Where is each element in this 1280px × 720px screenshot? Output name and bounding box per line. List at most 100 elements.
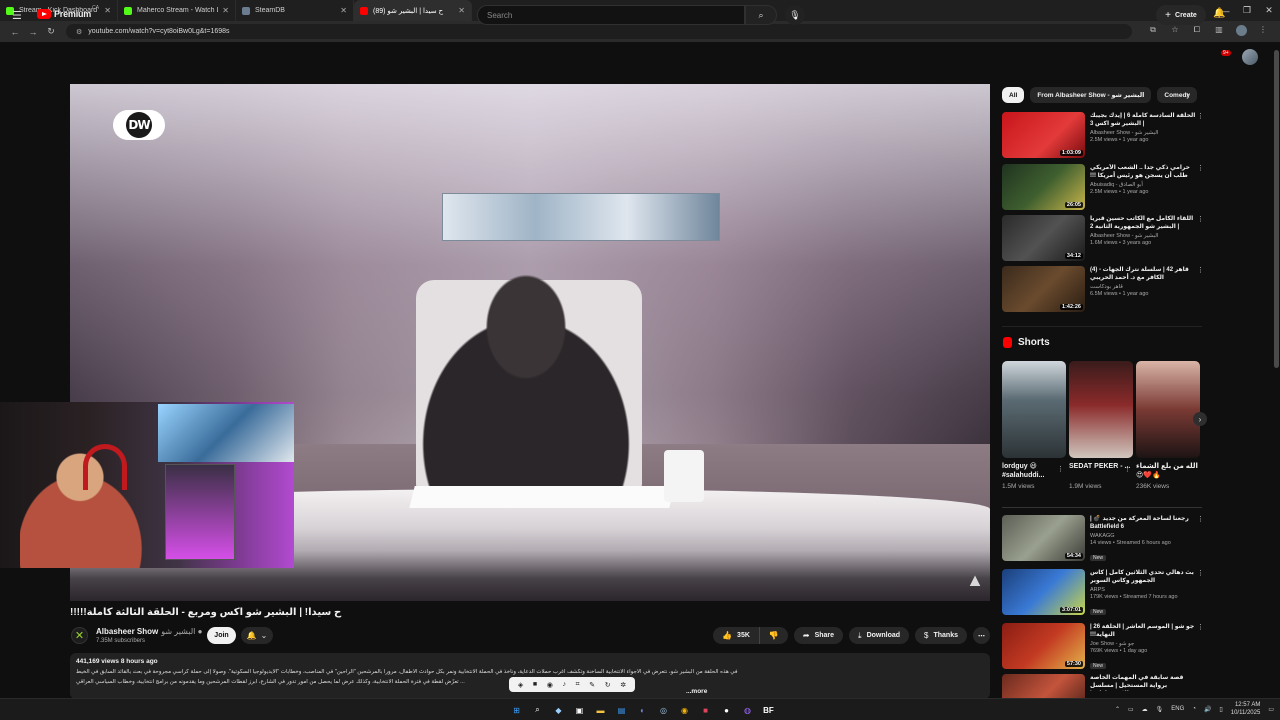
shield-icon[interactable]: ◈ <box>518 681 523 689</box>
recommended-channel[interactable]: ARPS <box>1090 587 1196 593</box>
chevron-right-icon[interactable]: › <box>1186 89 1189 99</box>
recommended-item[interactable]: 3:07:01 بث دهالي تحدي الثلاثين كامل | كا… <box>1002 569 1204 621</box>
description-box[interactable]: 441,169 views 8 hours ago في هذه الحلقة … <box>70 653 990 699</box>
recommended-channel[interactable]: WAKAGG <box>1090 533 1196 539</box>
video-thumbnail[interactable]: 3:07:01 <box>1002 569 1085 615</box>
site-info-icon[interactable]: ⚙ <box>76 28 82 36</box>
recommended-title[interactable]: قصة سابقة في المهمات الخاصة برواية المست… <box>1090 674 1196 691</box>
short-thumbnail[interactable] <box>1002 361 1066 458</box>
recommended-channel[interactable]: Albasheer Show - البشير شو <box>1090 130 1196 136</box>
short-title[interactable]: الله من بلع الشماء 😍❤️🔥 <box>1136 462 1200 480</box>
youtube-premium-logo[interactable]: Premium CA <box>37 5 99 19</box>
recommended-item[interactable]: 1:03:09 الحلقة السادسة كاملة 6 | إيدك بج… <box>1002 112 1204 160</box>
bf-icon[interactable]: BF <box>760 702 777 718</box>
bookmark-star-icon[interactable]: ☆ <box>1164 25 1186 38</box>
battery-icon[interactable]: ▯ <box>1219 706 1222 713</box>
maximize-icon[interactable]: ❐ <box>1236 5 1258 16</box>
volume-icon[interactable]: ♪ <box>562 681 566 688</box>
url-field[interactable]: ⚙ youtube.com/watch?v=cyt8oiBw0Lg&t=1698… <box>66 24 1132 39</box>
chip-all[interactable]: All <box>1002 87 1025 103</box>
back-icon[interactable]: ← <box>6 27 24 37</box>
recommended-title[interactable]: اللقاء الكامل مع الكاتب حسين قبرياً | ال… <box>1090 215 1196 231</box>
short-thumbnail[interactable] <box>1136 361 1200 458</box>
app2-icon[interactable]: ◍ <box>739 702 756 718</box>
app-icon[interactable]: ■ <box>697 702 714 718</box>
store-icon[interactable]: ▤ <box>613 702 630 718</box>
more-vert-icon[interactable]: ⋮ <box>1197 112 1204 120</box>
recommended-item[interactable]: 54:34 رجعنا لساحة المعركة من جديد 💣 | Ba… <box>1002 515 1204 567</box>
tab-youtube-active[interactable]: ‫ح سيدا | البشير شو (89) ✕ <box>354 0 472 21</box>
subscription-bell-button[interactable]: 🔔 ⌄ <box>241 627 273 644</box>
channel-avatar[interactable]: ✕ <box>71 627 88 644</box>
reload-icon[interactable]: ↻ <box>42 26 60 37</box>
video-thumbnail[interactable]: 26:05 <box>1002 164 1085 210</box>
page-scrollbar[interactable] <box>1274 50 1279 368</box>
create-button[interactable]: + Create <box>1156 5 1206 25</box>
recommended-title[interactable]: رجعنا لساحة المعركة من جديد 💣 | Battlefi… <box>1090 515 1196 531</box>
more-vert-icon[interactable]: ⋮ <box>1197 215 1204 223</box>
recommended-item[interactable]: 34:12 اللقاء الكامل مع الكاتب حسين قبريا… <box>1002 215 1204 263</box>
obs-icon[interactable]: ● <box>718 702 735 718</box>
search-input[interactable]: Search <box>477 5 745 25</box>
account-avatar[interactable] <box>1242 49 1258 65</box>
profile-icon[interactable] <box>1230 25 1252 38</box>
like-button[interactable]: 👍 35K <box>713 627 760 644</box>
more-vert-icon[interactable]: ⋮ <box>1057 465 1064 473</box>
tab-steamdb[interactable]: SteamDB ✕ <box>236 0 354 21</box>
recommended-item[interactable]: قصة سابقة في المهمات الخاصة برواية المست… <box>1002 674 1202 698</box>
tray-overflow-icon[interactable]: ⌃ <box>1115 706 1120 713</box>
network-icon[interactable]: ▭ <box>1128 706 1134 713</box>
more-actions-button[interactable]: ⋯ <box>973 627 990 644</box>
recommended-item[interactable]: 26:05 حرامي ذكي جدا .. الشعب الأمريكي طل… <box>1002 164 1204 212</box>
share-button[interactable]: ➦ Share <box>793 627 844 644</box>
onedrive-icon[interactable]: ☁ <box>1142 706 1148 713</box>
screenshot-icon[interactable]: ◉ <box>547 681 553 689</box>
chrome-icon[interactable]: ◉ <box>676 702 693 718</box>
thanks-button[interactable]: $ Thanks <box>915 627 967 644</box>
file-explorer-icon[interactable]: ▬ <box>592 702 609 718</box>
steam-icon[interactable]: ◎ <box>655 702 672 718</box>
video-thumbnail[interactable] <box>1002 674 1085 698</box>
recommended-title[interactable]: جو شو | الموسم العاشر | الحلقة 26 | النه… <box>1090 623 1196 639</box>
recommended-channel[interactable]: Albasheer Show - البشير شو <box>1090 233 1196 239</box>
clock[interactable]: 12:57 AM 10/11/2025 <box>1231 701 1261 717</box>
mic-tray-icon[interactable]: 🎙 <box>1156 706 1164 713</box>
sidebar-icon[interactable]: ▥ <box>1208 25 1230 38</box>
more-vert-icon[interactable]: ⋮ <box>1124 465 1131 473</box>
settings-icon[interactable]: ✲ <box>620 681 626 689</box>
recommended-channel[interactable]: Joe Show - جو شو <box>1090 641 1196 647</box>
extensions-icon[interactable]: ⧠ <box>1186 25 1208 38</box>
recommended-title[interactable]: حرامي ذكي جدا .. الشعب الأمريكي طلب أن ي… <box>1090 164 1196 180</box>
volume-tray-icon[interactable]: 🔊 <box>1204 706 1211 713</box>
more-vert-icon[interactable]: ⋮ <box>1197 266 1204 274</box>
video-thumbnail[interactable]: 1:03:09 <box>1002 112 1085 158</box>
more-vert-icon[interactable]: ⋮ <box>1197 623 1204 631</box>
discord-icon[interactable]: ◐ <box>634 702 651 718</box>
close-icon[interactable]: ✕ <box>458 6 465 15</box>
shorts-next-button[interactable]: › <box>1193 412 1207 426</box>
search-icon[interactable]: ⌕ <box>529 702 546 718</box>
start-icon[interactable]: ⊞ <box>508 702 525 718</box>
close-icon[interactable]: ✕ <box>222 6 229 15</box>
show-more-link[interactable]: ...more <box>686 688 707 695</box>
video-thumbnail[interactable]: 54:34 <box>1002 515 1085 561</box>
recommended-item[interactable]: 1:42:26 قاهر 42 | سلسلة نترك الجهات - (4… <box>1002 266 1204 314</box>
camera-icon[interactable]: ■ <box>533 681 537 688</box>
close-icon[interactable]: ✕ <box>104 6 111 15</box>
menu-icon[interactable]: ☰ <box>12 9 22 22</box>
crop-icon[interactable]: ⌗ <box>576 681 580 689</box>
close-icon[interactable]: ✕ <box>340 6 347 15</box>
copilot-icon[interactable]: ◆ <box>550 702 567 718</box>
browser-menu-icon[interactable]: ⋮ <box>1252 25 1274 38</box>
video-thumbnail[interactable]: 34:12 <box>1002 215 1085 261</box>
chip-comedy[interactable]: Comedy <box>1157 87 1198 103</box>
notification-center-icon[interactable]: ▭ <box>1268 706 1274 713</box>
pin-icon[interactable]: ✎ <box>589 681 595 689</box>
forward-icon[interactable]: → <box>24 27 42 37</box>
language-indicator[interactable]: ENG <box>1171 706 1184 712</box>
dislike-button[interactable]: 👎 <box>759 627 788 644</box>
recommended-title[interactable]: الحلقة السادسة كاملة 6 | إيدك بجيبك | ال… <box>1090 112 1196 128</box>
short-thumbnail[interactable] <box>1069 361 1133 458</box>
media-icon[interactable]: ▣ <box>571 702 588 718</box>
recommended-title[interactable]: بث دهالي تحدي الثلاثين كامل | كاس الجمهو… <box>1090 569 1196 585</box>
